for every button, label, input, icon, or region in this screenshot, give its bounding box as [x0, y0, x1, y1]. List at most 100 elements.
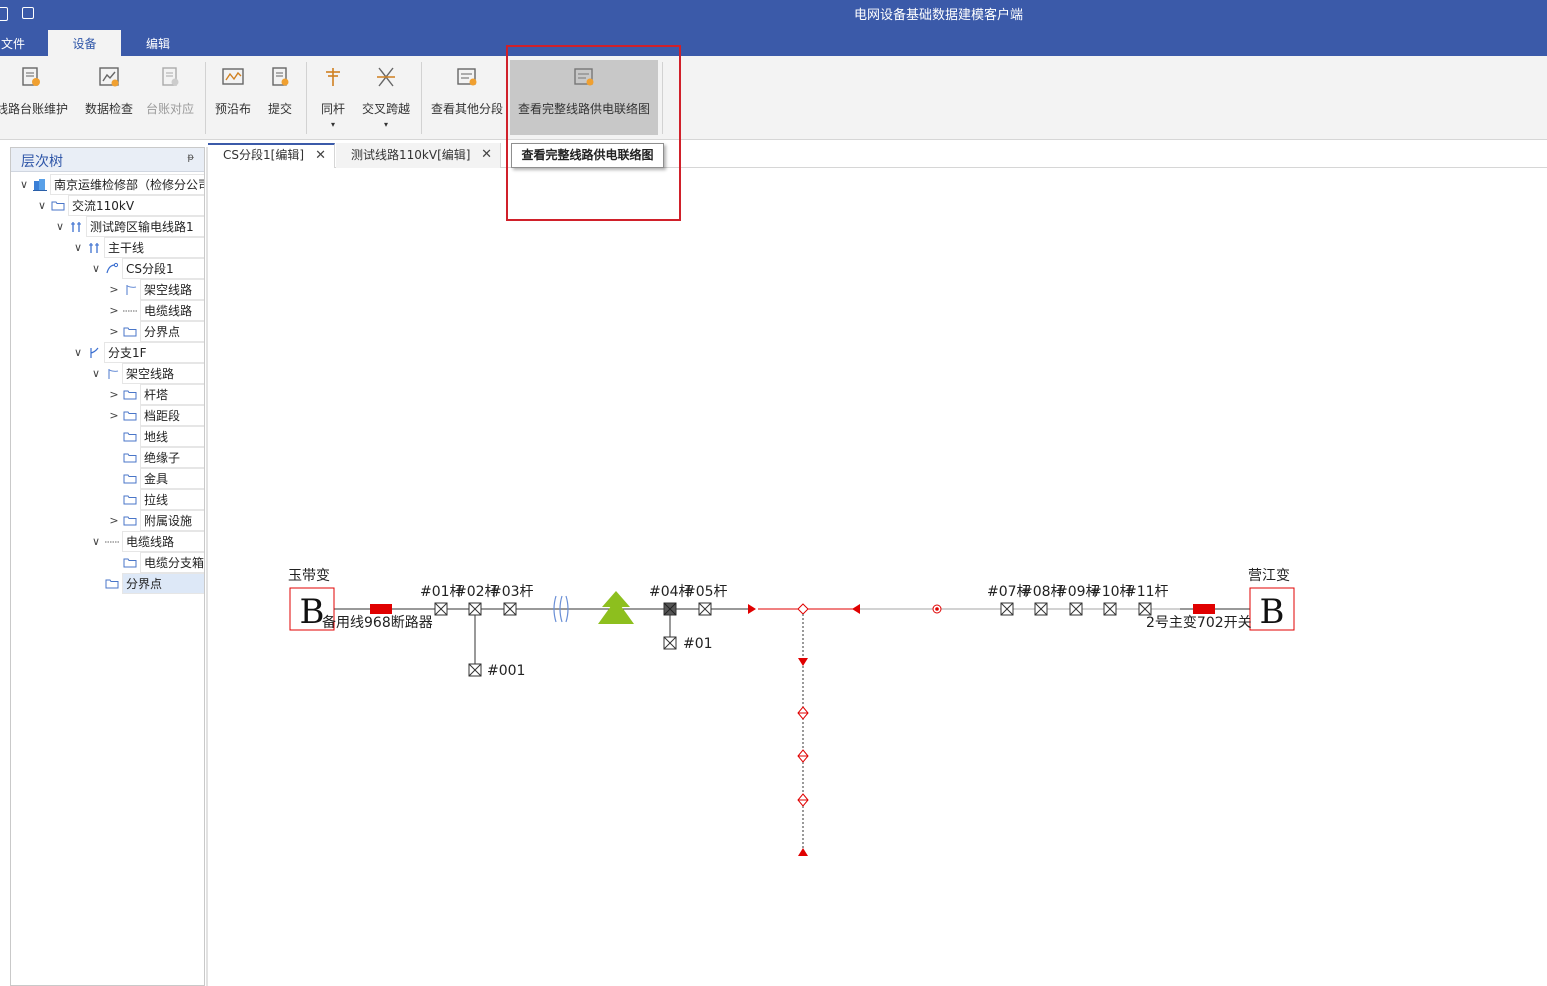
submit-button[interactable]: 提交 — [262, 60, 298, 136]
pole-label-11: #11杆 — [1125, 584, 1169, 600]
tab-edit[interactable]: 编辑 — [130, 30, 186, 56]
pole-box-11[interactable] — [1138, 602, 1152, 616]
pole-box-01[interactable] — [434, 602, 448, 616]
junction-node[interactable] — [797, 603, 809, 615]
collapse-icon[interactable]: ∨ — [89, 258, 103, 279]
view-segments-icon — [457, 68, 477, 86]
tree-node-label: 拉线 — [140, 489, 204, 510]
tree-node[interactable]: > 架空线路 — [11, 279, 204, 300]
view-full-line-diagram-button[interactable]: 查看完整线路供电联络图 — [510, 60, 658, 135]
tab-device[interactable]: 设备 — [48, 30, 121, 56]
right-breaker[interactable] — [1193, 604, 1215, 614]
cable-icon — [123, 304, 137, 317]
pole-box-05[interactable] — [698, 602, 712, 616]
tree-node[interactable]: 电缆分支箱 — [11, 552, 204, 573]
building-icon — [33, 178, 47, 191]
dropdown-caret-icon: ▾ — [383, 120, 388, 129]
line-ledger-button[interactable]: 线路台账维护 — [0, 60, 68, 136]
tree-node[interactable]: > 附属设施 — [11, 510, 204, 531]
submit-icon — [272, 67, 289, 86]
tree-node[interactable]: > 电缆线路 — [11, 300, 204, 321]
view-full-line-diagram-label: 查看完整线路供电联络图 — [517, 102, 650, 116]
tower-icon[interactable] — [598, 591, 634, 624]
tree-node[interactable]: 绝缘子 — [11, 447, 204, 468]
tree-node[interactable]: > 杆塔 — [11, 384, 204, 405]
expand-icon[interactable]: > — [107, 321, 121, 342]
pole-box-08[interactable] — [1034, 602, 1048, 616]
tree-node[interactable]: ∨ 架空线路 — [11, 363, 204, 384]
close-icon[interactable]: ✕ — [315, 145, 326, 166]
data-check-button[interactable]: 数据检查 — [82, 60, 136, 136]
pole-box-02[interactable] — [468, 602, 482, 616]
tree-node[interactable]: ∨ 南京运维检修部（检修分公司） — [11, 174, 204, 195]
tab-label: CS分段1[编辑] — [223, 148, 304, 162]
pole-box-03[interactable] — [503, 602, 517, 616]
arrow-right-icon — [748, 604, 756, 614]
pole-box-b01[interactable] — [663, 636, 677, 650]
tree-node[interactable]: 地线 — [11, 426, 204, 447]
expand-icon[interactable]: > — [107, 405, 121, 426]
tab-cs-segment[interactable]: CS分段1[编辑] ✕ — [208, 143, 335, 168]
tree-node[interactable]: 拉线 — [11, 489, 204, 510]
expand-icon[interactable]: > — [107, 510, 121, 531]
tree-node[interactable]: ∨ 分支1F — [11, 342, 204, 363]
panel-splitter[interactable] — [206, 147, 208, 986]
pole-box-10[interactable] — [1103, 602, 1117, 616]
expand-icon[interactable]: > — [107, 279, 121, 300]
left-breaker[interactable] — [370, 604, 392, 614]
pole-box-001[interactable] — [468, 663, 482, 677]
tree-node[interactable]: ∨ 电缆线路 — [11, 531, 204, 552]
left-station-symbol: B — [300, 592, 325, 632]
tree-node[interactable]: > 档距段 — [11, 405, 204, 426]
tree-node-label: 主干线 — [104, 237, 204, 258]
tree-node[interactable]: 分界点 — [11, 573, 204, 594]
branch-icon — [87, 346, 101, 359]
tab-file[interactable]: 文件 — [0, 30, 26, 56]
tree-node-label: 电缆分支箱 — [140, 552, 204, 573]
tree-node[interactable]: 金具 — [11, 468, 204, 489]
same-pole-button[interactable]: 同杆 ▾ — [314, 60, 352, 136]
pre-layout-button[interactable]: 预沿布 — [212, 60, 254, 136]
tab-test-line[interactable]: 测试线路110kV[编辑] ✕ — [336, 143, 501, 168]
dropdown-caret-icon: ▾ — [330, 120, 335, 129]
tree-node[interactable]: ∨ CS分段1 — [11, 258, 204, 279]
collapse-icon[interactable]: ∨ — [89, 531, 103, 552]
folder-icon — [123, 451, 137, 464]
tree-node[interactable]: ∨ 交流110kV — [11, 195, 204, 216]
data-check-label: 数据检查 — [84, 102, 133, 116]
ledger-match-button[interactable]: 台账对应 — [142, 60, 198, 136]
pin-icon[interactable]: ᵽ — [187, 152, 194, 163]
close-icon[interactable]: ✕ — [481, 143, 492, 167]
tree-node-label: 电缆线路 — [140, 300, 204, 321]
tree-node-label: 交流110kV — [68, 195, 204, 216]
ribbon-separator — [205, 62, 206, 134]
chart-check-icon — [99, 67, 119, 87]
tree-node[interactable]: ∨ 主干线 — [11, 237, 204, 258]
tree-node[interactable]: > 分界点 — [11, 321, 204, 342]
tree-node-label: 架空线路 — [140, 279, 204, 300]
tree-node-label: 电缆线路 — [122, 531, 204, 552]
right-station-symbol: B — [1260, 592, 1285, 632]
folder-icon — [105, 577, 119, 590]
branch-label-01: #01 — [683, 636, 713, 652]
arrow-down-icon — [798, 658, 808, 666]
tree-node-label: 分支1F — [104, 342, 204, 363]
ribbon-toolbar: 线路台账维护 数据检查 台账对应 预沿布 提交 同杆 ▾ 交叉跨越 ▾ 查看其他… — [0, 56, 1547, 140]
tree-node[interactable]: ∨ 测试跨区输电线路1 — [11, 216, 204, 237]
collapse-icon[interactable]: ∨ — [71, 237, 85, 258]
pole-box-07[interactable] — [1000, 602, 1014, 616]
collapse-icon[interactable]: ∨ — [53, 216, 67, 237]
view-other-segments-button[interactable]: 查看其他分段 — [428, 60, 506, 136]
expand-icon[interactable]: > — [107, 384, 121, 405]
pole-box-09[interactable] — [1069, 602, 1083, 616]
folder-icon — [123, 388, 137, 401]
expand-icon[interactable]: > — [107, 300, 121, 321]
collapse-icon[interactable]: ∨ — [35, 195, 49, 216]
pole-box-04[interactable] — [663, 602, 677, 616]
collapse-icon[interactable]: ∨ — [17, 174, 31, 195]
diagram-canvas[interactable]: B 玉带变 备用线968断路器 B 营江变 2号主变702开关 #01杆 #02… — [209, 169, 1547, 986]
collapse-icon[interactable]: ∨ — [71, 342, 85, 363]
crossing-button[interactable]: 交叉跨越 ▾ — [358, 60, 414, 136]
collapse-icon[interactable]: ∨ — [89, 363, 103, 384]
